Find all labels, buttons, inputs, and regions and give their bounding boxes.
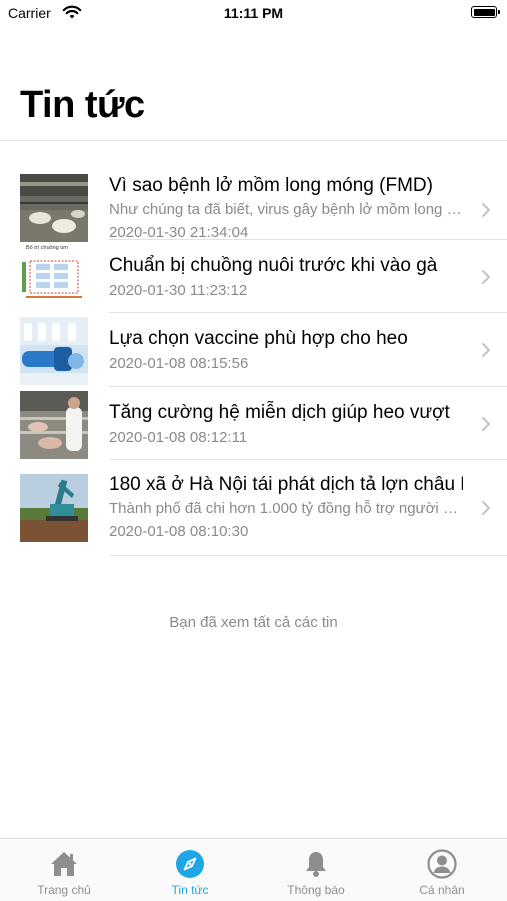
chevron-right-icon xyxy=(482,416,490,431)
news-date: 2020-01-30 11:23:12 xyxy=(109,281,248,299)
news-list: Vì sao bệnh lở mồm long móng (FMD) Như c… xyxy=(0,166,507,556)
header-divider xyxy=(0,140,507,141)
end-of-list-note: Bạn đã xem tất cả các tin xyxy=(169,614,338,631)
news-date: 2020-01-08 08:15:56 xyxy=(109,355,249,372)
news-item[interactable]: Bố trí chuồng úm Chuẩn bị chuồng nuôi tr… xyxy=(0,240,507,313)
news-thumbnail xyxy=(20,474,88,542)
tab-profile[interactable]: Cá nhân xyxy=(379,839,505,901)
news-thumbnail xyxy=(20,317,88,385)
news-thumbnail: Bố trí chuồng úm xyxy=(20,243,88,312)
thumbnail-caption: Bố trí chuồng úm xyxy=(26,244,68,251)
compass-icon xyxy=(176,850,204,878)
news-thumbnail xyxy=(20,390,88,459)
news-title: 180 xã ở Hà Nội tái phát dịch tả lợn châ… xyxy=(109,474,463,495)
clock: 11:11 PM xyxy=(223,5,284,21)
chevron-right-icon xyxy=(482,269,490,284)
news-title: Tăng cường hệ miễn dịch giúp heo vượt xyxy=(109,401,450,423)
battery-icon xyxy=(471,6,500,18)
tab-label: Cá nhân xyxy=(419,883,465,897)
news-item[interactable]: Lựa chọn vaccine phù hợp cho heo 2020-01… xyxy=(0,313,507,387)
chevron-right-icon xyxy=(482,203,490,217)
tab-news[interactable]: Tin tức xyxy=(127,839,253,901)
news-item[interactable]: 180 xã ở Hà Nội tái phát dịch tả lợn châ… xyxy=(0,460,507,556)
tab-label: Tin tức xyxy=(171,883,209,897)
bell-icon xyxy=(306,852,326,877)
tab-label: Thông báo xyxy=(287,883,345,897)
home-icon xyxy=(51,852,77,876)
news-date: 2020-01-08 08:10:30 xyxy=(109,523,249,540)
page-title: Tin tức xyxy=(20,84,145,126)
news-item[interactable]: Vì sao bệnh lở mồm long móng (FMD) Như c… xyxy=(0,166,507,242)
news-date: 2020-01-08 08:12:11 xyxy=(109,428,248,446)
tab-bar: Trang chủ Tin tức Thông báo Cá nhân xyxy=(0,838,507,901)
news-title: Chuẩn bị chuồng nuôi trước khi vào gà xyxy=(109,254,438,276)
tab-notifications[interactable]: Thông báo xyxy=(253,839,379,901)
row-divider xyxy=(109,555,507,556)
tab-label: Trang chủ xyxy=(37,883,91,897)
chevron-right-icon xyxy=(482,501,490,515)
news-summary: Như chúng ta đã biết, virus gây bệnh lở … xyxy=(109,201,463,218)
chevron-right-icon xyxy=(482,343,490,357)
status-bar: Carrier 11:11 PM xyxy=(0,0,507,28)
news-thumbnail xyxy=(20,174,88,242)
person-icon xyxy=(427,849,457,879)
news-summary: Thành phố đã chi hơn 1.000 tỷ đồng hỗ tr… xyxy=(109,500,463,517)
tab-home[interactable]: Trang chủ xyxy=(1,839,127,901)
news-title: Lựa chọn vaccine phù hợp cho heo xyxy=(109,328,408,349)
news-item[interactable]: Tăng cường hệ miễn dịch giúp heo vượt 20… xyxy=(0,387,507,460)
news-title: Vì sao bệnh lở mồm long móng (FMD) xyxy=(109,175,433,196)
